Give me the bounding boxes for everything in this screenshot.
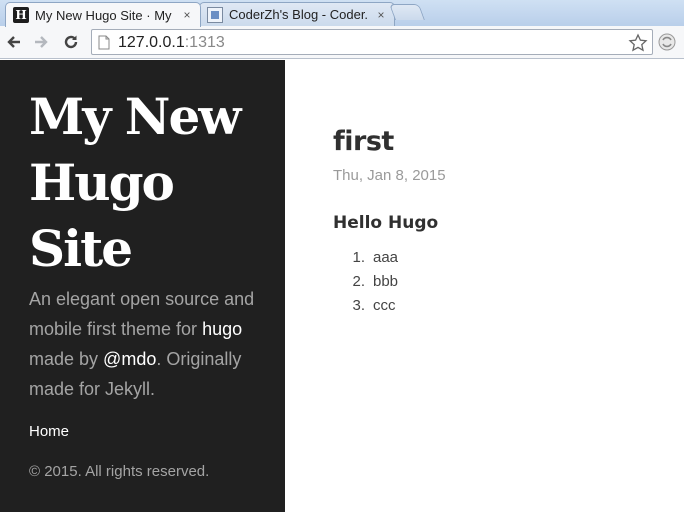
main-content: first Thu, Jan 8, 2015 Hello Hugo 1. aaa … <box>285 60 684 512</box>
new-tab-button[interactable] <box>389 4 425 20</box>
arrow-right-icon <box>35 36 48 48</box>
close-icon[interactable]: × <box>180 8 194 22</box>
post-heading: Hello Hugo <box>333 213 439 233</box>
back-button[interactable] <box>3 31 25 53</box>
list-item: 1. aaa <box>352 249 399 266</box>
sidebar: My New Hugo Site An elegant open source … <box>0 60 285 512</box>
copyright: © 2015. All rights reserved. <box>29 463 210 480</box>
reload-icon <box>64 35 78 49</box>
list-item: 3. ccc <box>352 297 396 314</box>
tab-title: My New Hugo Site · My <box>35 7 172 23</box>
url-text: 127.0.0.1:1313 <box>118 34 225 51</box>
tab-title: CoderZh's Blog - Coder. <box>229 7 369 22</box>
hugo-link[interactable]: hugo <box>202 319 242 339</box>
ordered-list: 1. aaa 2. bbb 3. ccc <box>333 246 398 318</box>
page-icon <box>98 35 110 50</box>
bookmark-star-icon[interactable] <box>628 33 648 53</box>
tab-strip: H My New Hugo Site · My × CoderZh's Blog… <box>0 0 684 27</box>
blog-favicon-icon <box>207 6 223 23</box>
site-title[interactable]: My New Hugo Site <box>29 84 269 282</box>
post-title: first <box>333 126 394 157</box>
mdo-link[interactable]: @mdo <box>103 349 156 369</box>
tab-my-new-hugo-site[interactable]: H My New Hugo Site · My × <box>5 2 201 27</box>
tab-coderzh-blog[interactable]: CoderZh's Blog - Coder. × <box>199 2 395 26</box>
address-bar[interactable]: 127.0.0.1:1313 <box>91 29 653 55</box>
chrome-menu-icon[interactable] <box>657 32 677 52</box>
reload-button[interactable] <box>60 31 82 53</box>
nav-home-link[interactable]: Home <box>29 423 69 440</box>
post-date: Thu, Jan 8, 2015 <box>333 167 446 184</box>
hugo-favicon-icon: H <box>13 7 29 23</box>
forward-button[interactable] <box>30 31 52 53</box>
site-description: An elegant open source and mobile first … <box>29 289 255 399</box>
list-item: 2. bbb <box>352 273 399 290</box>
close-icon[interactable]: × <box>374 8 388 22</box>
browser-toolbar: 127.0.0.1:1313 <box>0 26 684 59</box>
arrow-left-icon <box>7 36 20 48</box>
